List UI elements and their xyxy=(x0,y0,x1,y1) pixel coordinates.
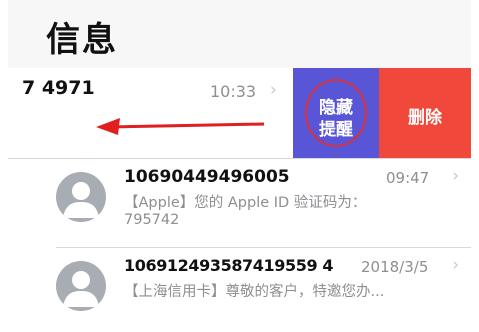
page-title: 信息 xyxy=(46,20,118,60)
chevron-right-icon: › xyxy=(452,255,459,275)
message-preview: 【Apple】您的 Apple ID 验证码为： xyxy=(124,195,367,211)
chevron-right-icon: › xyxy=(270,80,277,100)
hide-alerts-button[interactable]: 隐藏 提醒 xyxy=(293,68,379,158)
conversation-sender: 106912493587419559 4 xyxy=(124,256,334,275)
conversation-time: 2018/3/5 xyxy=(361,258,429,276)
delete-button[interactable]: 删除 xyxy=(379,68,471,158)
contact-avatar-icon xyxy=(56,261,106,311)
conversation-time: 10:33 xyxy=(210,82,257,101)
conversation-list[interactable]: 7 4971 10:33 › 隐藏 提醒 删除 10690449496005 0… xyxy=(8,68,471,332)
conversation-row[interactable]: 106912493587419559 4 2018/3/5 › 【上海信用卡】尊… xyxy=(8,249,471,332)
row-divider xyxy=(56,247,471,248)
conversation-row-swiped[interactable]: 7 4971 10:33 › 隐藏 提醒 删除 xyxy=(8,68,471,158)
delete-label: 删除 xyxy=(408,108,442,128)
contact-avatar-icon xyxy=(56,172,106,222)
message-preview: 795742 xyxy=(124,212,180,228)
swipe-left-arrow-icon xyxy=(96,118,265,135)
chevron-right-icon: › xyxy=(452,166,459,186)
conversation-time: 09:47 xyxy=(386,169,430,187)
messages-screen: 信息 7 4971 10:33 › 隐藏 提醒 删除 1069044949600… xyxy=(8,0,471,332)
message-preview: 【上海信用卡】尊敬的客户，特邀您办... xyxy=(124,284,385,300)
row-divider xyxy=(8,158,471,159)
swiped-row-content[interactable]: 7 4971 10:33 › xyxy=(8,68,293,158)
conversation-sender: 10690449496005 xyxy=(124,167,290,187)
conversation-sender: 7 4971 xyxy=(22,77,95,99)
annotation-circle xyxy=(305,79,367,147)
conversation-row[interactable]: 10690449496005 09:47 › 【Apple】您的 Apple I… xyxy=(8,160,471,246)
